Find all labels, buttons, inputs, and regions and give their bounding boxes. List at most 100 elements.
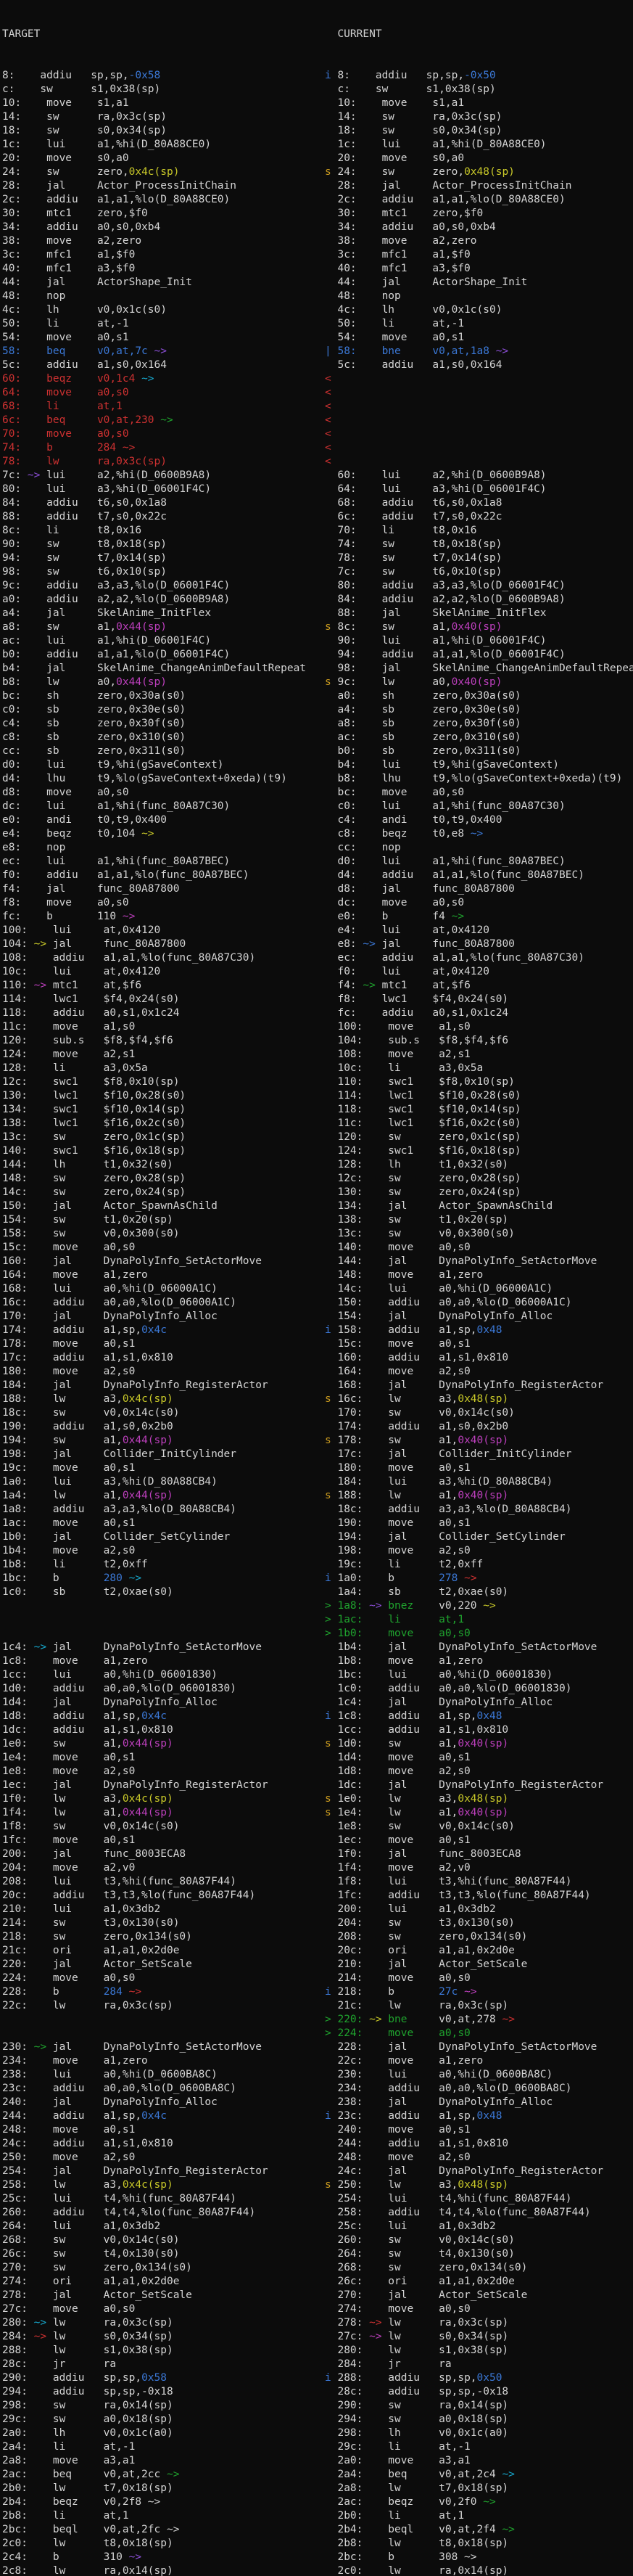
asm-line: 10: move s1,a1: [2, 97, 321, 110]
asm-token: <: [325, 414, 331, 426]
asm-token: ~>: [464, 1572, 476, 1584]
asm-line: 1f0: lw a3,0x4c(sp): [2, 1792, 321, 1806]
asm-token: 26c: ori a1,a1,0x2d0e: [325, 2276, 515, 2287]
asm-line: 29c: sw a0,0x18(sp): [2, 2413, 321, 2427]
asm-token: b4: jal SkelAnime_ChangeAnimDefaultRepea…: [2, 663, 306, 674]
asm-token: 21c: ori a1,a1,0x2d0e: [2, 1945, 179, 1956]
asm-token: 0x4c(sp): [129, 166, 180, 178]
asm-token: 294: addiu sp,sp,-0x18: [2, 2386, 173, 2397]
asm-token: d0: lui t9,%hi(gSaveContext): [2, 759, 224, 771]
asm-token: 140: swc1 $f16,0x18(sp): [2, 1145, 186, 1157]
asm-token: 78: lw ra,0x3c(sp): [2, 456, 167, 467]
asm-token: lw ra,0x3c(sp): [382, 2317, 509, 2329]
asm-token: 1f0: jal func_8003ECA8: [325, 1848, 521, 1860]
asm-token: 298: sw ra,0x14(sp): [2, 2400, 173, 2411]
asm-token: 2c: addiu a1,a1,%lo(D_80A88CE0): [325, 194, 566, 205]
asm-token: 29c: li at,-1: [325, 2441, 471, 2453]
asm-token: 2c4: b 310: [2, 2551, 129, 2563]
asm-token: 9c: addiu a3,a3,%lo(D_06001F4C): [2, 580, 230, 591]
asm-token: 0x44(sp): [116, 676, 167, 688]
asm-token: bne: [382, 2014, 439, 2025]
asm-token: > 1a8:: [325, 1600, 369, 1612]
asm-token: ~>: [363, 938, 375, 950]
asm-token: 1dc: addiu a1,s1,0x810: [2, 1724, 173, 1736]
asm-line: 14c: lui a0,%hi(D_06000A1C): [325, 1282, 633, 1296]
asm-line: <: [325, 400, 633, 414]
asm-token: 34: addiu a0,s0,0xb4: [2, 221, 160, 233]
asm-token: ~>: [141, 373, 154, 385]
asm-token: 74: b 284 ~>: [2, 442, 135, 454]
asm-line: 160: jal DynaPolyInfo_SetActorMove: [2, 1255, 321, 1268]
asm-line: 68: li at,1: [2, 400, 321, 414]
asm-line: 5c: addiu a1,s0,0x164: [2, 358, 321, 372]
asm-token: 0x44(sp): [123, 1738, 173, 1750]
asm-line: [2, 2013, 321, 2027]
asm-line: 278: ~> lw ra,0x3c(sp): [325, 2316, 633, 2330]
asm-line: 1bc: b 280 ~>: [2, 1572, 321, 1586]
asm-line: 13c: sw zero,0x1c(sp): [2, 1131, 321, 1144]
asm-token: 274: ori a1,a1,0x2d0e: [2, 2276, 179, 2287]
asm-token: ~>: [502, 2014, 514, 2025]
asm-line: b0: addiu a1,a1,%lo(D_06001F4C): [2, 648, 321, 662]
asm-line: 1c: lui a1,%hi(D_80A88CE0): [325, 138, 633, 152]
asm-line: 1d4: move a0,s1: [325, 1751, 633, 1765]
asm-line: 154: sw t1,0x20(sp): [2, 1213, 321, 1227]
asm-token: v0,at,278: [439, 2014, 502, 2025]
asm-token: 150: jal Actor_SpawnAsChild: [2, 1200, 218, 1212]
asm-line: bc: move a0,s0: [325, 786, 633, 800]
asm-token: mtc1 at,$f6: [376, 980, 471, 991]
asm-line: 34: addiu a0,s0,0xb4: [2, 221, 321, 234]
asm-line: 120: sub.s $f8,$f4,$f6: [2, 1034, 321, 1048]
asm-line: 2c0: lw ra,0x14(sp): [325, 2564, 633, 2576]
asm-line: > 220: ~> bne v0,at,278 ~>: [325, 2013, 633, 2027]
asm-token: <: [325, 387, 331, 398]
asm-token: 0x48: [477, 2110, 502, 2122]
asm-token: 208: lui t3,%hi(func_80A87F44): [2, 1876, 236, 1887]
asm-token: 14: sw ra,0x3c(sp): [325, 111, 502, 123]
asm-line: 2b4: beql v0,at,2f4 ~>: [325, 2523, 633, 2537]
asm-token: 1cc: addiu a1,s1,0x810: [325, 1724, 508, 1736]
asm-line: 90: sw t8,0x18(sp): [2, 538, 321, 551]
asm-line: 1e8: move a2,s0: [2, 1765, 321, 1779]
asm-token: 14c: sw zero,0x24(sp): [2, 1186, 186, 1198]
asm-token: i: [325, 1324, 337, 1336]
asm-token: c4: sb zero,0x30f(s0): [2, 718, 186, 729]
asm-token: 2a4: li at,-1: [2, 2441, 135, 2453]
asm-token: 8: addiu sp,sp,: [337, 70, 464, 81]
asm-token: 298: lh v0,0x1c(a0): [325, 2427, 508, 2439]
asm-line: 25c: lui t4,%hi(func_80A87F44): [2, 2192, 321, 2206]
asm-token: 98: jal SkelAnime_ChangeAnimDefaultRepea…: [325, 663, 633, 674]
asm-token: 144: jal DynaPolyInfo_SetActorMove: [325, 1255, 597, 1267]
asm-line: 270: jal Actor_SetScale: [325, 2289, 633, 2302]
asm-line: 1ec: jal DynaPolyInfo_RegisterActor: [2, 1779, 321, 1792]
asm-token: ~>: [129, 1986, 141, 1998]
asm-line: i 158: addiu a1,sp,0x48: [325, 1324, 633, 1337]
asm-line: 2a8: move a3,a1: [2, 2454, 321, 2468]
asm-token: 2c: addiu a1,a1,%lo(D_80A88CE0): [2, 194, 230, 205]
asm-token: 10c: li a3,0x5a: [325, 1062, 483, 1074]
asm-token: 16c: addiu a0,a0,%lo(D_06000A1C): [2, 1297, 236, 1308]
asm-token: ~>: [502, 2524, 514, 2535]
asm-token: ~>: [123, 911, 135, 922]
asm-token: 0x4c(sp): [123, 1793, 173, 1805]
asm-line: s 1d0: sw a1,0x40(sp): [325, 1737, 633, 1751]
asm-token: 160: addiu a1,s1,0x810: [325, 1352, 508, 1363]
asm-line: 94: addiu a1,a1,%lo(D_06001F4C): [325, 648, 633, 662]
asm-token: 0x58: [141, 2372, 167, 2384]
asm-line: > 1a8: ~> bnez v0,220 ~>: [325, 1599, 633, 1613]
asm-token: 1d0: sw a1,: [337, 1738, 458, 1750]
asm-token: s: [325, 1793, 337, 1805]
asm-token: a8: sw a1,: [2, 621, 116, 633]
asm-token: 254: lui t4,%hi(func_80A87F44): [325, 2193, 571, 2204]
asm-token: 210: lui a1,0x3db2: [2, 1903, 160, 1915]
asm-line: 70: move a0,s0: [2, 427, 321, 441]
asm-token: 238: jal DynaPolyInfo_Alloc: [325, 2096, 553, 2108]
asm-line: 100: lui at,0x4120: [2, 924, 321, 938]
asm-token: 2a0: lh v0,0x1c(a0): [2, 2427, 173, 2439]
asm-line: 160: addiu a1,s1,0x810: [325, 1351, 633, 1365]
asm-line: 29c: li at,-1: [325, 2440, 633, 2454]
asm-line: 148: sw zero,0x28(sp): [2, 1172, 321, 1186]
asm-token: 22c: lw ra,0x3c(sp): [2, 2000, 173, 2011]
asm-token: 2ac: beq v0,at,2cc: [2, 2469, 167, 2480]
asm-token: i: [325, 70, 337, 81]
